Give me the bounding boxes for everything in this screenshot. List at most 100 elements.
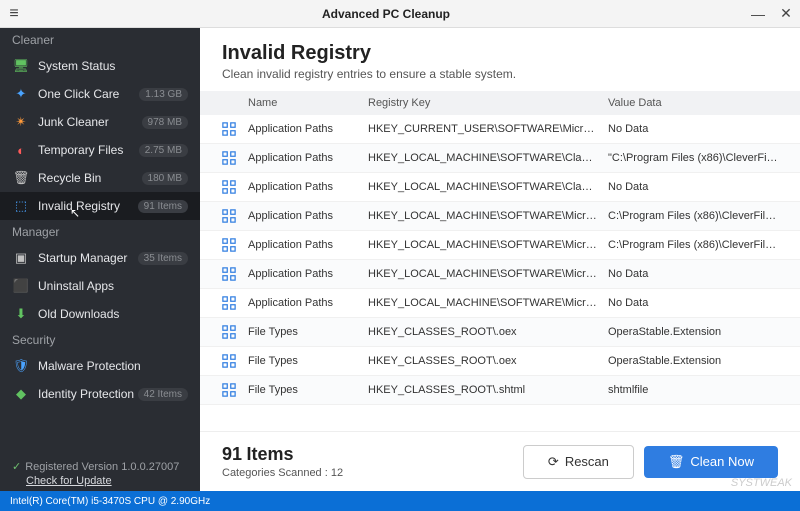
title-bar: ≡ Advanced PC Cleanup — ✕ — [0, 0, 800, 28]
row-value: No Data — [608, 297, 778, 309]
sidebar-item-system-status[interactable]: 🖥 System Status — [0, 52, 200, 80]
sidebar-item-startup[interactable]: ▣ Startup Manager 35 Items — [0, 244, 200, 272]
row-name: Application Paths — [248, 268, 368, 280]
sidebar-item-label: System Status — [38, 59, 188, 73]
sidebar-item-invalid-registry[interactable]: ⬚ Invalid Registry 91 Items ↖ — [0, 192, 200, 220]
size-badge: 978 MB — [142, 116, 188, 129]
row-name: Application Paths — [248, 181, 368, 193]
table-row[interactable]: Application PathsHKEY_LOCAL_MACHINE\SOFT… — [200, 173, 800, 202]
sidebar-item-label: Identity Protection — [38, 387, 138, 401]
row-key: HKEY_LOCAL_MACHINE\SOFTWARE\Microsoft\Wi… — [368, 268, 608, 280]
size-badge: 1.13 GB — [139, 88, 188, 101]
registry-icon — [222, 122, 248, 136]
col-val: Value Data — [608, 97, 778, 109]
sidebar-item-label: Junk Cleaner — [38, 115, 142, 129]
table-row[interactable]: Application PathsHKEY_LOCAL_MACHINE\SOFT… — [200, 144, 800, 173]
sidebar-item-old-downloads[interactable]: ⬇ Old Downloads — [0, 300, 200, 328]
rescan-label: Rescan — [565, 454, 609, 469]
clock-icon: ◐ — [12, 142, 30, 158]
row-key: HKEY_LOCAL_MACHINE\SOFTWARE\Microsoft\Wi… — [368, 297, 608, 309]
menu-icon[interactable]: ≡ — [0, 5, 28, 23]
sidebar-item-identity[interactable]: ◆ Identity Protection 42 Items — [0, 380, 200, 408]
registry-icon — [222, 180, 248, 194]
row-value: No Data — [608, 268, 778, 280]
row-key: HKEY_CLASSES_ROOT\.shtml — [368, 384, 608, 396]
check-icon: ✓ — [12, 461, 21, 473]
sidebar: Cleaner 🖥 System Status ✦ One Click Care… — [0, 28, 200, 491]
sidebar-item-junk-cleaner[interactable]: ✴ Junk Cleaner 978 MB — [0, 108, 200, 136]
sidebar-item-label: Malware Protection — [38, 359, 188, 373]
row-name: File Types — [248, 326, 368, 338]
lock-icon: ◆ — [12, 386, 30, 402]
sidebar-item-uninstall[interactable]: ⬛ Uninstall Apps — [0, 272, 200, 300]
rescan-button[interactable]: ⟳ Rescan — [523, 445, 634, 479]
registry-icon — [222, 209, 248, 223]
table-row[interactable]: Application PathsHKEY_LOCAL_MACHINE\SOFT… — [200, 202, 800, 231]
sidebar-item-temp-files[interactable]: ◐ Temporary Files 2.75 MB — [0, 136, 200, 164]
row-value: shtmlfile — [608, 384, 778, 396]
uninstall-icon: ⬛ — [12, 278, 30, 294]
clean-label: Clean Now — [690, 454, 754, 469]
click-icon: ✦ — [12, 86, 30, 102]
close-button[interactable]: ✕ — [772, 5, 800, 22]
section-cleaner: Cleaner — [0, 28, 200, 52]
item-count: 91 — [222, 444, 242, 464]
main-header: Invalid Registry Clean invalid registry … — [200, 28, 800, 91]
sidebar-item-label: Temporary Files — [38, 143, 139, 157]
col-name: Name — [248, 97, 368, 109]
row-name: Application Paths — [248, 297, 368, 309]
registry-icon — [222, 296, 248, 310]
table-row[interactable]: File TypesHKEY_CLASSES_ROOT\.oexOperaSta… — [200, 318, 800, 347]
row-name: Application Paths — [248, 152, 368, 164]
refresh-icon: ⟳ — [548, 454, 559, 470]
items-label: Items — [246, 444, 293, 464]
row-name: Application Paths — [248, 239, 368, 251]
clean-now-button[interactable]: 🗑 Clean Now — [644, 446, 778, 478]
table-row[interactable]: Application PathsHKEY_LOCAL_MACHINE\SOFT… — [200, 231, 800, 260]
size-badge: 180 MB — [142, 172, 188, 185]
sidebar-item-recycle-bin[interactable]: 🗑 Recycle Bin 180 MB — [0, 164, 200, 192]
cpu-info: Intel(R) Core(TM) i5-3470S CPU @ 2.90GHz — [10, 496, 210, 507]
check-update-link[interactable]: Check for Update — [26, 475, 188, 487]
table-row[interactable]: File TypesHKEY_CLASSES_ROOT\.oexOperaSta… — [200, 347, 800, 376]
registry-icon: ⬚ — [12, 198, 30, 214]
main-footer: 91 Items Categories Scanned : 12 ⟳ Resca… — [200, 431, 800, 491]
registry-icon — [222, 383, 248, 397]
row-value: "C:\Program Files (x86)\CleverFil... — [608, 152, 778, 164]
row-key: HKEY_LOCAL_MACHINE\SOFTWARE\Classes\Appl… — [368, 181, 608, 193]
categories-scanned: Categories Scanned : 12 — [222, 467, 523, 479]
row-value: C:\Program Files (x86)\CleverFile... — [608, 239, 778, 251]
sidebar-item-malware[interactable]: 🛡 Malware Protection — [0, 352, 200, 380]
sidebar-item-one-click[interactable]: ✦ One Click Care 1.13 GB — [0, 80, 200, 108]
section-security: Security — [0, 328, 200, 352]
row-name: Application Paths — [248, 210, 368, 222]
size-badge: 42 Items — [138, 388, 188, 401]
sidebar-item-label: One Click Care — [38, 87, 139, 101]
table-row[interactable]: Application PathsHKEY_CURRENT_USER\SOFTW… — [200, 115, 800, 144]
page-subtitle: Clean invalid registry entries to ensure… — [222, 67, 778, 81]
size-badge: 2.75 MB — [139, 144, 188, 157]
trash-icon: 🗑 — [12, 170, 30, 186]
sidebar-item-label: Uninstall Apps — [38, 279, 188, 293]
row-name: File Types — [248, 355, 368, 367]
registry-icon — [222, 267, 248, 281]
table-row[interactable]: Application PathsHKEY_LOCAL_MACHINE\SOFT… — [200, 289, 800, 318]
row-value: No Data — [608, 181, 778, 193]
sidebar-item-label: Old Downloads — [38, 307, 188, 321]
monitor-icon: 🖥 — [12, 58, 30, 74]
summary: 91 Items Categories Scanned : 12 — [222, 444, 523, 479]
minimize-button[interactable]: — — [744, 6, 772, 22]
section-manager: Manager — [0, 220, 200, 244]
registry-icon — [222, 238, 248, 252]
table-row[interactable]: Application PathsHKEY_LOCAL_MACHINE\SOFT… — [200, 260, 800, 289]
registered-text: Registered Version 1.0.0.27007 — [25, 461, 179, 473]
table-body[interactable]: Application PathsHKEY_CURRENT_USER\SOFTW… — [200, 115, 800, 431]
trash-icon: 🗑 — [668, 454, 685, 470]
row-value: No Data — [608, 123, 778, 135]
table-header: Name Registry Key Value Data — [200, 91, 800, 115]
watermark: SYSTWEAK — [731, 477, 792, 489]
row-key: HKEY_CLASSES_ROOT\.oex — [368, 355, 608, 367]
table-row[interactable]: File TypesHKEY_CLASSES_ROOT\.shtmlshtmlf… — [200, 376, 800, 405]
row-name: File Types — [248, 384, 368, 396]
sidebar-footer: ✓ Registered Version 1.0.0.27007 Check fo… — [0, 450, 200, 491]
